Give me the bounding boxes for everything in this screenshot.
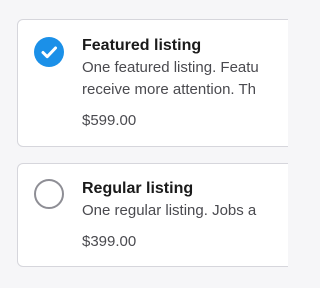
option-description-line: receive more attention. Th [82, 81, 256, 98]
featured-listing-option[interactable]: Featured listing One featured listing. F… [17, 19, 288, 147]
check-circle-icon[interactable] [34, 37, 64, 67]
empty-radio-icon[interactable] [34, 179, 64, 209]
regular-listing-content: Regular listing One regular listing. Job… [82, 178, 288, 253]
option-title: Regular listing [82, 180, 194, 197]
featured-listing-content: Featured listing One featured listing. F… [82, 35, 288, 132]
option-price: $399.00 [82, 233, 137, 250]
listing-options: Featured listing One featured listing. F… [0, 0, 288, 288]
regular-listing-option[interactable]: Regular listing One regular listing. Job… [17, 163, 288, 267]
option-price: $599.00 [82, 112, 137, 129]
option-description-line: One featured listing. Featu [82, 59, 259, 76]
option-title: Featured listing [82, 37, 202, 54]
option-description-line: One regular listing. Jobs a [82, 202, 257, 219]
